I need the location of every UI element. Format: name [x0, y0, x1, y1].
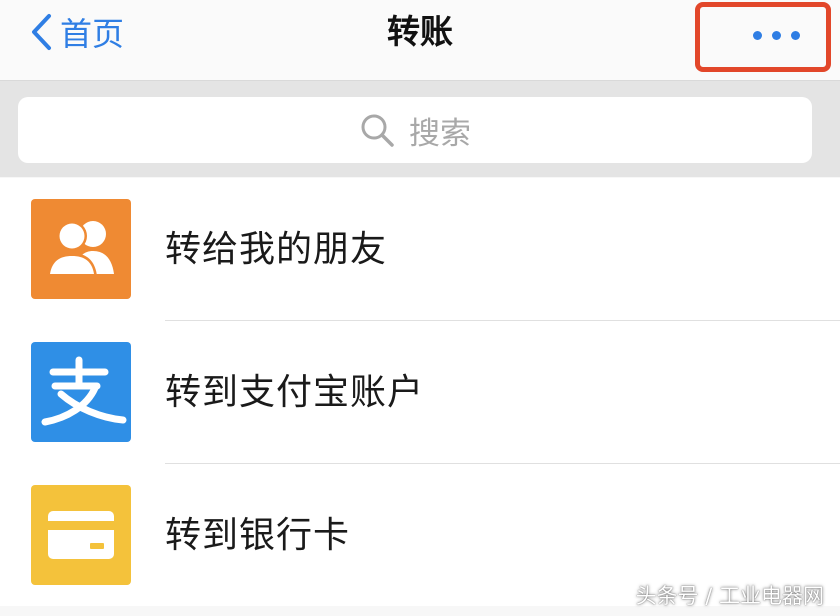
watermark: 头条号 / 工业电器网	[635, 584, 824, 608]
alipay-icon	[31, 342, 131, 442]
back-label: 首页	[60, 15, 125, 53]
back-button[interactable]: 首页	[30, 10, 124, 54]
option-label: 转到银行卡	[165, 515, 351, 556]
option-label: 转到支付宝账户	[165, 372, 425, 413]
friends-icon	[31, 199, 131, 299]
option-label: 转给我的朋友	[165, 229, 388, 270]
chevron-left-icon	[32, 14, 51, 50]
list-item-transfer-to-alipay[interactable]: 转到支付宝账户	[0, 321, 840, 464]
search-icon	[361, 114, 394, 147]
search-bar-area: 搜索	[0, 81, 840, 177]
more-options-button[interactable]	[695, 2, 831, 72]
transfer-options-list: 转给我的朋友 转到支付宝账户 转到银行卡	[0, 178, 840, 606]
bank-card-icon	[31, 485, 131, 585]
list-item-transfer-to-friend[interactable]: 转给我的朋友	[0, 178, 840, 321]
search-placeholder: 搜索	[409, 115, 471, 152]
more-dots-icon	[753, 31, 800, 40]
navigation-bar: 首页 转账	[0, 0, 840, 81]
search-input[interactable]: 搜索	[18, 97, 812, 163]
